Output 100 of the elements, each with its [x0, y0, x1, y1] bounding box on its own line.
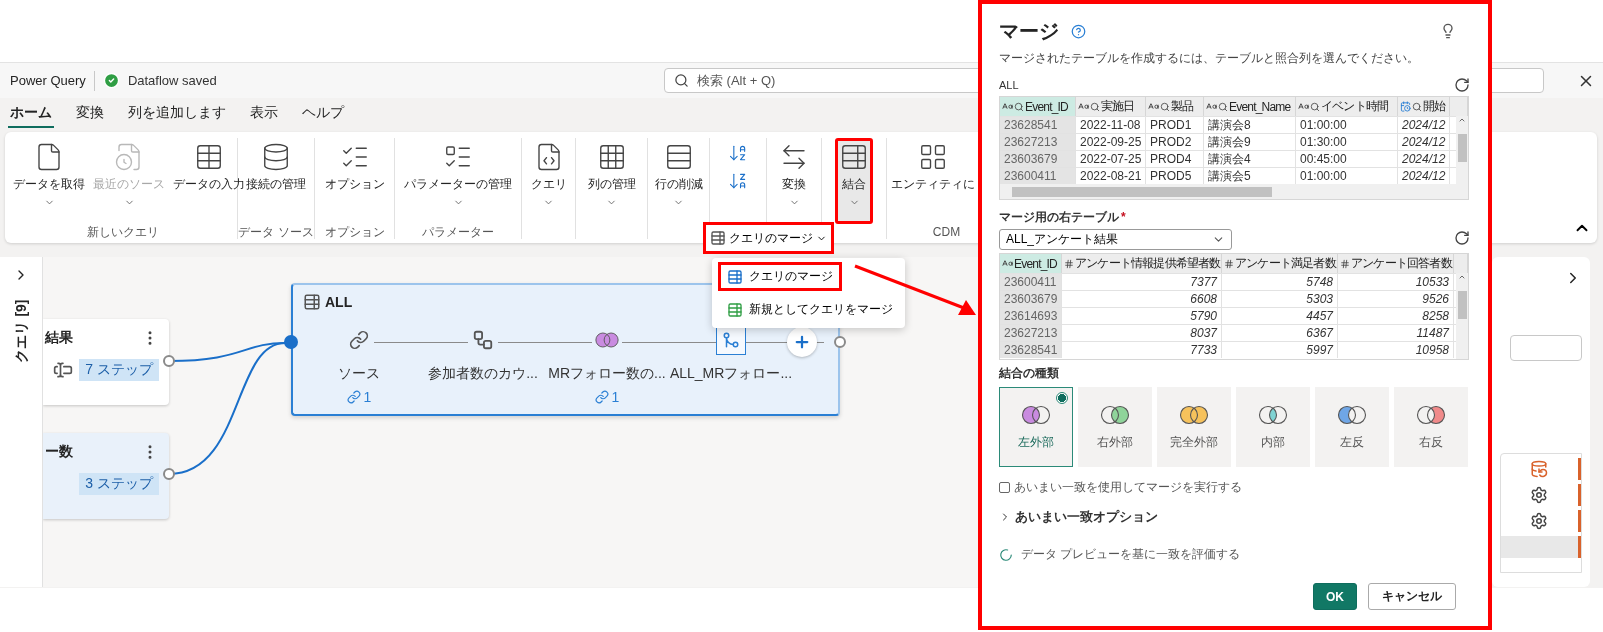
cancel-button[interactable]: キャンセル: [1368, 583, 1456, 610]
ribbon-button[interactable]: データを取得: [9, 138, 89, 224]
table-cell: 6367: [1222, 324, 1338, 341]
field-label: マージ用の右テーブル *: [999, 209, 1127, 226]
venn-diagram-icon: [1098, 403, 1132, 426]
table-cell: 23628541: [1000, 116, 1076, 133]
ribbon-button[interactable]: 列の管理: [583, 138, 640, 224]
table-cell: 00:45:00: [1296, 150, 1398, 167]
refresh-icon[interactable]: [1454, 77, 1470, 93]
venn-diagram-icon: [1335, 403, 1369, 426]
tab[interactable]: 変換: [74, 104, 106, 128]
column-header[interactable]: アンケート情報提供希望者数: [1062, 254, 1222, 273]
group-label: CDM: [931, 224, 962, 240]
table-cell: 4457: [1222, 307, 1338, 324]
column-header[interactable]: アンケート満足者数: [1222, 254, 1338, 273]
header-label: アンケート満足者数: [1235, 255, 1336, 272]
lightbulb-icon[interactable]: [1440, 23, 1456, 39]
help-icon[interactable]: [1071, 23, 1086, 39]
text-type-icon: [1206, 101, 1217, 112]
add-step-button[interactable]: [787, 327, 817, 357]
query-card[interactable]: 結果 7 ステップ: [43, 319, 169, 405]
venn-diagram-icon: [593, 330, 621, 350]
column-header[interactable]: 開始: [1398, 97, 1450, 116]
table-cell: 23627213: [1000, 133, 1076, 150]
table-dropdown[interactable]: ALL_アンケート結果: [999, 229, 1232, 250]
expander[interactable]: あいまい一致オプション: [999, 508, 1470, 526]
link-icon: [349, 330, 369, 350]
ribbon-button[interactable]: クエリ: [526, 138, 571, 224]
number-type-icon: [1224, 258, 1234, 269]
join-kind-option[interactable]: 完全外部: [1157, 387, 1231, 467]
database-clock-icon: [1530, 460, 1548, 478]
link-count[interactable]: 1: [346, 389, 372, 405]
link-count[interactable]: 1: [594, 389, 620, 405]
selected-row[interactable]: [1501, 536, 1581, 558]
table-icon: [727, 268, 743, 285]
table-cell: PROD1: [1146, 116, 1204, 133]
merge-split-button[interactable]: クエリのマージ: [703, 222, 834, 254]
settings-icon[interactable]: [1530, 512, 1548, 530]
table-cell: 10533: [1338, 273, 1454, 290]
column-header[interactable]: アンケート回答者数: [1338, 254, 1454, 273]
refresh-icon[interactable]: [1454, 230, 1470, 246]
table-cell: 2024/12: [1398, 116, 1450, 133]
table-cell: 23600411: [1000, 167, 1076, 184]
input-port[interactable]: [284, 335, 298, 349]
vertical-scrollbar[interactable]: [1456, 273, 1468, 359]
ribbon-button[interactable]: オプション: [320, 138, 389, 224]
tab[interactable]: 表示: [248, 104, 280, 128]
table-cell: 23627213: [1000, 324, 1062, 341]
table-icon: [710, 230, 726, 246]
column-header[interactable]: イベント時間: [1296, 97, 1398, 116]
table-cell: 9526: [1338, 290, 1454, 307]
join-kind-option[interactable]: 左反: [1315, 387, 1389, 467]
tab[interactable]: ホーム: [8, 104, 54, 128]
checkbox-option[interactable]: あいまい一致を使用してマージを実行する: [999, 479, 1470, 496]
sort-az-icon: [728, 143, 748, 163]
ribbon-button[interactable]: エンティティに: [887, 138, 979, 224]
join-kind-option[interactable]: 右反: [1394, 387, 1468, 467]
ribbon-button[interactable]: 行の削減: [650, 138, 707, 224]
table-plus-icon: [727, 301, 743, 318]
tab[interactable]: 列を追加します: [126, 104, 228, 128]
tab[interactable]: ヘルプ: [300, 104, 346, 128]
join-kind-option[interactable]: 右外部: [1078, 387, 1152, 467]
plus-icon: [793, 333, 811, 351]
scroll-up-icon[interactable]: [1458, 273, 1466, 281]
header-label: 開始: [1423, 98, 1446, 115]
database-icon: [261, 142, 291, 172]
header-label: Event_Name: [1229, 99, 1291, 114]
group-label: パラメーター: [421, 224, 495, 240]
menu-item[interactable]: クエリのマージ: [718, 262, 842, 291]
join-kind-option[interactable]: 内部: [1236, 387, 1310, 467]
calendar-icon: [1400, 101, 1411, 112]
table-cell: 23628541: [1000, 341, 1062, 358]
column-header[interactable]: 製品: [1146, 97, 1204, 116]
venn-diagram-icon: [1019, 403, 1053, 426]
table-cell: 01:00:00: [1296, 167, 1398, 184]
table-cell: 10958: [1338, 341, 1454, 358]
step-count[interactable]: 3 ステップ: [79, 473, 159, 495]
column-header[interactable]: Event_ID: [1000, 254, 1062, 273]
ribbon-button[interactable]: 結合: [835, 138, 873, 224]
input-field[interactable]: [1510, 335, 1582, 361]
text-cursor-icon: [53, 360, 74, 380]
table-cell: PROD5: [1146, 167, 1204, 184]
table-icon: [194, 142, 224, 172]
ribbon-button[interactable]: パラメーターの管理: [400, 138, 516, 224]
query-card[interactable]: ー数 3 ステップ: [43, 433, 169, 519]
checkbox[interactable]: [999, 482, 1010, 493]
ok-button[interactable]: OK: [1313, 583, 1357, 610]
venn-diagram-icon: [1256, 403, 1290, 426]
table-cell: PROD2: [1146, 133, 1204, 150]
table-cell: 8258: [1338, 307, 1454, 324]
column-header[interactable]: 実施日: [1076, 97, 1146, 116]
scroll-up-icon[interactable]: [1458, 116, 1466, 124]
settings-icon[interactable]: [1530, 486, 1548, 504]
horizontal-scrollbar[interactable]: [1000, 184, 1468, 199]
column-header[interactable]: Event_Name: [1204, 97, 1296, 116]
step-count[interactable]: 7 ステップ: [79, 359, 159, 381]
join-kind-option[interactable]: 左外部: [999, 387, 1073, 467]
column-header[interactable]: Event_ID: [1000, 97, 1076, 116]
ribbon-button[interactable]: 変換: [775, 138, 813, 224]
ribbon-button[interactable]: 接続の管理: [242, 138, 310, 224]
